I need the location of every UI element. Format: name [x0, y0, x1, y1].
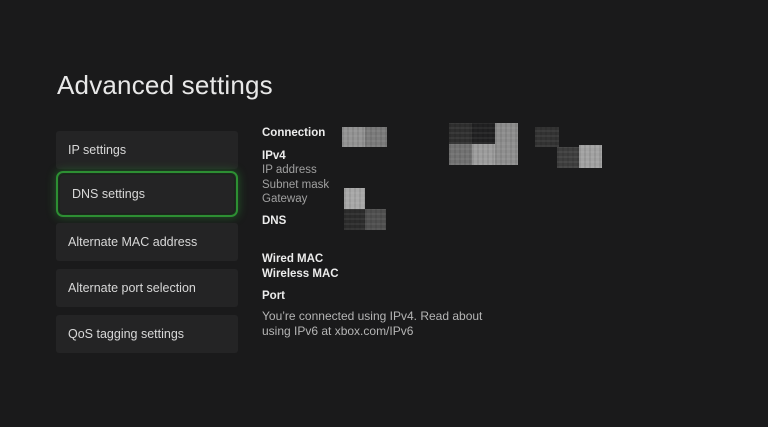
sidebar-item-label: Alternate MAC address	[68, 235, 197, 249]
redacted-value-block	[557, 147, 579, 168]
redacted-dns-value-block	[344, 209, 365, 230]
redacted-value-block	[472, 123, 495, 144]
sidebar-item-label: QoS tagging settings	[68, 327, 184, 341]
connection-label: Connection	[262, 127, 325, 139]
sidebar-item-dns-settings[interactable]: DNS settings	[60, 175, 234, 213]
redacted-value-block	[535, 127, 559, 147]
ipv6-info-note: You’re connected using IPv4. Read about …	[262, 309, 494, 339]
redacted-value-block	[495, 123, 518, 144]
port-label: Port	[262, 290, 285, 302]
redacted-value-block	[449, 123, 472, 144]
redacted-value-block	[472, 144, 495, 165]
redacted-value-block	[579, 145, 602, 168]
sidebar-item-label: DNS settings	[72, 187, 145, 201]
sidebar-item-label: IP settings	[68, 143, 126, 157]
redacted-connection-value-block	[342, 127, 365, 147]
redacted-dns-value-block	[365, 209, 386, 230]
xbox-network-advanced-settings-screen: { "page": { "title": "Advanced settings"…	[0, 0, 768, 427]
ipv4-label: IPv4	[262, 150, 286, 162]
gateway-label: Gateway	[262, 193, 307, 205]
redacted-connection-value-block	[365, 127, 387, 147]
sidebar-item-qos-tagging-settings[interactable]: QoS tagging settings	[56, 315, 238, 353]
redacted-value-block	[495, 144, 518, 165]
redacted-gateway-value-block	[344, 188, 365, 209]
dns-label: DNS	[262, 215, 286, 227]
redacted-value-block	[449, 144, 472, 165]
sidebar-item-alternate-port-selection[interactable]: Alternate port selection	[56, 269, 238, 307]
sidebar-item-ip-settings[interactable]: IP settings	[56, 131, 238, 169]
sidebar-item-label: Alternate port selection	[68, 281, 196, 295]
sidebar-item-dns-settings-focus-ring[interactable]: DNS settings	[56, 171, 238, 217]
sidebar-item-alternate-mac-address[interactable]: Alternate MAC address	[56, 223, 238, 261]
wired-mac-label: Wired MAC	[262, 253, 323, 265]
settings-sidebar: IP settings DNS settings Alternate MAC a…	[56, 131, 238, 361]
subnet-mask-label: Subnet mask	[262, 179, 329, 191]
ip-address-label: IP address	[262, 164, 317, 176]
wireless-mac-label: Wireless MAC	[262, 268, 339, 280]
page-title: Advanced settings	[57, 70, 273, 101]
